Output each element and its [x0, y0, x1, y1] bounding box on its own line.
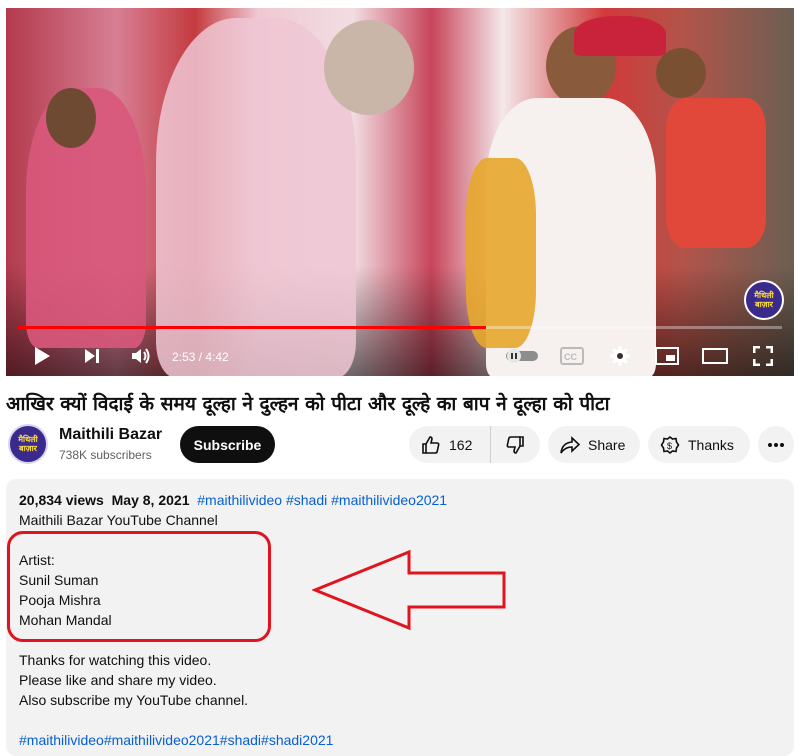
play-button[interactable] — [28, 342, 56, 370]
miniplayer-icon — [655, 347, 679, 365]
theater-mode-button[interactable] — [698, 342, 732, 370]
thumbs-up-icon — [422, 435, 440, 454]
thanks-button[interactable]: $ Thanks — [648, 426, 750, 463]
share-button[interactable]: Share — [548, 426, 640, 463]
fullscreen-button[interactable] — [746, 342, 780, 370]
time-separator: / — [195, 350, 206, 364]
subscriber-count: 738K subscribers — [59, 448, 152, 462]
captions-button[interactable]: CC — [556, 342, 588, 370]
view-count: 20,834 views — [19, 492, 104, 508]
description-line: Maithili Bazar YouTube Channel — [19, 512, 218, 528]
next-icon — [85, 349, 99, 363]
volume-icon — [132, 348, 150, 364]
description-line: Thanks for watching this video. — [19, 652, 212, 668]
video-title: आखिर क्यों विदाई के समय दूल्हा ने दुल्हन… — [6, 393, 610, 415]
settings-icon — [610, 346, 630, 366]
subscribe-button[interactable]: Subscribe — [180, 426, 275, 463]
miniplayer-button[interactable] — [650, 342, 684, 370]
captions-icon: CC — [560, 347, 584, 365]
channel-name[interactable]: Maithili Bazar — [59, 426, 162, 444]
current-time: 2:53 — [172, 350, 196, 364]
channel-watermark: मैथिली बाज़ार — [744, 280, 784, 320]
channel-avatar[interactable]: मैथिली बाज़ार — [8, 424, 48, 464]
settings-button[interactable] — [604, 342, 636, 370]
share-label: Share — [588, 436, 626, 453]
more-actions-button[interactable] — [758, 426, 794, 463]
thanks-icon: $ — [660, 435, 680, 454]
description-line: Please like and share my video. — [19, 672, 217, 688]
like-count: 162 — [449, 436, 473, 453]
thanks-label: Thanks — [688, 436, 734, 453]
like-button[interactable]: 162 — [409, 426, 491, 463]
annotation-arrow-icon — [312, 549, 506, 631]
share-icon — [560, 435, 580, 453]
video-frame — [6, 8, 794, 376]
more-icon — [768, 442, 784, 447]
next-button[interactable] — [78, 342, 106, 370]
time-display: 2:53 / 4:42 — [172, 350, 229, 364]
play-icon — [35, 347, 50, 365]
theater-icon — [702, 348, 728, 364]
svg-text:$: $ — [667, 441, 672, 451]
svg-text:CC: CC — [564, 352, 577, 362]
player-controls: 2:53 / 4:42 CC — [6, 336, 794, 376]
description-tags[interactable]: #maithilivideo #shadi #maithilivideo2021 — [197, 492, 447, 508]
progress-bar[interactable] — [18, 326, 782, 329]
fullscreen-icon — [753, 346, 773, 366]
autoplay-toggle[interactable] — [502, 342, 542, 370]
volume-button[interactable] — [126, 342, 156, 370]
description-hashtags[interactable]: #maithilivideo#maithilivideo2021#shadi#s… — [19, 732, 333, 748]
like-dislike-group: 162 — [409, 426, 540, 463]
description-line: Also subscribe my YouTube channel. — [19, 692, 249, 708]
annotation-highlight-box — [7, 531, 271, 642]
thumbs-down-icon — [506, 435, 524, 454]
description-meta: 20,834 views May 8, 2021 #maithilivideo … — [19, 492, 447, 508]
duration: 4:42 — [205, 350, 229, 364]
progress-fill — [18, 326, 487, 329]
dislike-button[interactable] — [491, 426, 539, 463]
upload-date: May 8, 2021 — [111, 492, 190, 508]
video-player[interactable]: मैथिली बाज़ार 2:53 / 4:42 CC — [6, 8, 794, 376]
autoplay-toggle-icon — [506, 349, 538, 363]
